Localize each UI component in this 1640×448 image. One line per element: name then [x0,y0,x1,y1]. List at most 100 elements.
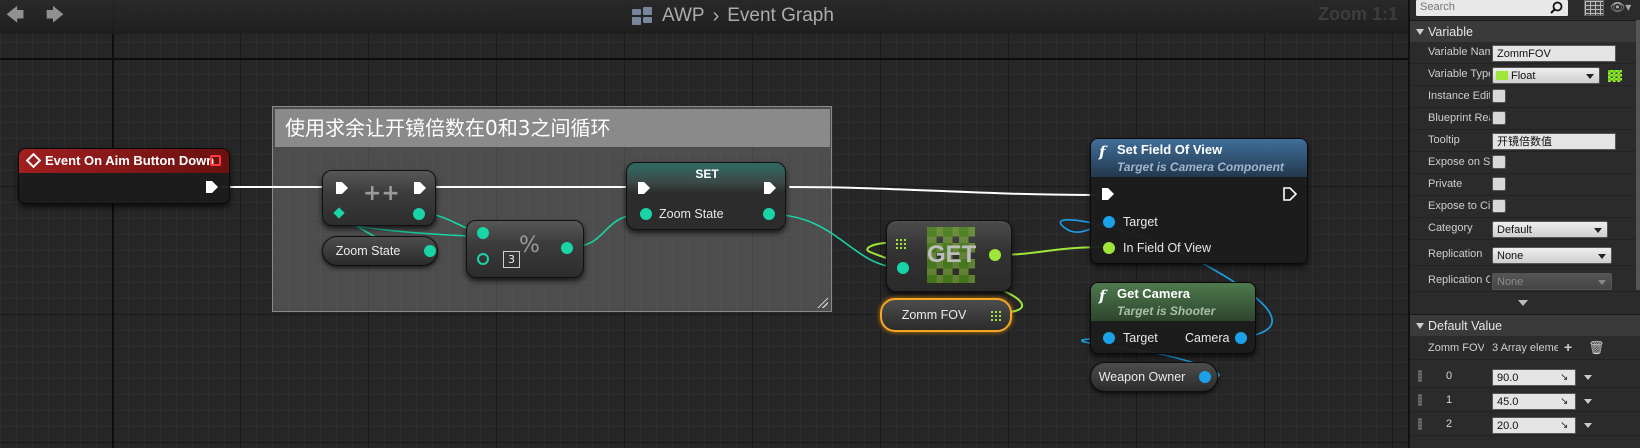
expose-on-spawn-checkbox[interactable] [1492,155,1506,169]
row-category: Category Default [1410,218,1640,240]
get-node-title: GET [927,241,977,268]
default-value-section-header[interactable]: Default Value [1410,314,1640,336]
set-fov-exec-in-pin[interactable] [1101,187,1115,201]
drag-handle-icon[interactable] [1418,370,1422,382]
get-camera-target-pin[interactable] [1103,332,1115,344]
get-array-pin-icon[interactable] [895,238,907,250]
set-fov-exec-out-pin[interactable] [1283,187,1297,201]
zomm-fov-array-pin-icon[interactable] [990,310,1002,322]
get-camera-out-pin[interactable] [1235,332,1247,344]
set-exec-out-pin[interactable] [763,181,777,195]
view-options-eye-icon[interactable]: 👁▾ [1610,0,1640,16]
panel-scrollbar[interactable] [1636,20,1640,290]
advanced-expander-icon[interactable] [1518,300,1528,306]
set-out-pin[interactable] [763,208,775,220]
set-in-pin[interactable] [640,208,652,220]
zoom-state-variable-node[interactable]: Zoom State [322,236,438,266]
increment-node[interactable]: ++ [322,170,436,226]
zoom-state-out-pin[interactable] [424,245,436,257]
blueprint-readonly-checkbox[interactable] [1492,111,1506,125]
instance-editable-checkbox[interactable] [1492,89,1506,103]
increment-exec-in-pin[interactable] [335,181,349,195]
modulo-operator: % [519,233,540,258]
slider-icon[interactable]: ↘ [1560,372,1568,383]
breadcrumb-graph[interactable]: Event Graph [727,5,834,27]
delegate-pin-icon[interactable] [210,155,221,166]
row-expose-to-cinematics: Expose to Cinematics [1410,196,1640,218]
variable-section-header[interactable]: Variable [1410,20,1640,42]
chevron-down-icon [1586,74,1594,79]
drag-handle-icon[interactable] [1418,394,1422,406]
modulo-b-pin[interactable] [477,253,489,265]
modulo-out-pin[interactable] [561,242,573,254]
comment-resize-grip-icon[interactable] [816,296,828,308]
replication-label: Replication [1428,248,1483,260]
modulo-a-pin[interactable] [477,227,489,239]
modulo-divisor-field[interactable]: 3 [503,251,520,268]
row-replication: Replication None [1410,244,1640,266]
add-element-plus-icon[interactable]: + [1564,339,1572,355]
row-instance-editable: Instance Editable [1410,86,1640,108]
blueprint-readonly-label: Blueprint Read Only [1428,112,1490,124]
slider-icon[interactable]: ↘ [1560,420,1568,431]
replication-condition-dropdown[interactable]: None [1492,273,1612,290]
get-out-pin[interactable] [989,249,1001,261]
zoom-state-variable-label: Zoom State [335,244,401,258]
back-arrow-icon[interactable]: 🡄 [4,6,26,26]
chevron-down-icon [1598,254,1606,259]
row-private: Private [1410,174,1640,196]
replication-dropdown[interactable]: None [1492,247,1612,264]
modulo-node[interactable]: 3 % [466,220,584,278]
private-checkbox[interactable] [1492,177,1506,191]
event-graph-canvas[interactable]: 使用求余让开镜倍数在0和3之间循环 Event On Aim Button Do… [0,0,1408,448]
category-dropdown[interactable]: Default [1492,221,1608,238]
exec-out-pin[interactable] [205,180,219,194]
weapon-owner-out-pin[interactable] [1199,371,1211,383]
set-exec-in-pin[interactable] [637,181,651,195]
forward-arrow-icon[interactable]: 🡆 [44,6,66,26]
set-node[interactable]: SET Zoom State [626,162,786,230]
set-node-title: SET [695,167,719,181]
event-node[interactable]: Event On Aim Button Down [18,148,230,204]
set-field-of-view-node[interactable]: f Set Field Of View Target is Camera Com… [1090,138,1308,264]
chevron-down-icon[interactable] [1584,423,1592,428]
expose-to-cinematics-checkbox[interactable] [1492,199,1506,213]
property-matrix-icon[interactable] [1584,0,1604,16]
search-icon[interactable] [1550,1,1563,14]
array-element-row: 0 90.0 ↘ [1410,366,1640,388]
category-value: Default [1497,224,1532,236]
increment-exec-out-pin[interactable] [413,181,427,195]
variable-name-label: Variable Name [1428,46,1490,58]
zomm-fov-variable-node[interactable]: Zomm FOV [880,298,1012,332]
event-node-title: Event On Aim Button Down [45,153,215,168]
chevron-down-icon [1598,280,1606,285]
drag-handle-icon[interactable] [1418,418,1422,430]
get-camera-subtitle: Target is Shooter [1117,304,1216,318]
variable-type-value: Float [1511,70,1536,82]
get-node[interactable]: GET [886,220,1012,292]
set-fov-target-pin[interactable] [1103,216,1115,228]
container-type-icon[interactable] [1608,70,1622,82]
weapon-owner-variable-node[interactable]: Weapon Owner [1090,362,1218,392]
set-fov-in-fov-pin[interactable] [1103,242,1115,254]
row-blueprint-readonly: Blueprint Read Only [1410,108,1640,130]
tooltip-field[interactable]: 开镜倍数值 [1492,133,1616,150]
breadcrumb-blueprint[interactable]: AWP [662,5,705,27]
chevron-down-icon[interactable] [1584,399,1592,404]
chevron-down-icon[interactable] [1584,375,1592,380]
variable-type-dropdown[interactable]: Float [1492,67,1600,84]
increment-in-pin[interactable] [333,207,345,219]
get-camera-node[interactable]: f Get Camera Target is Shooter Target Ca… [1090,282,1256,354]
chevron-right-icon: › [712,4,720,27]
comment-title[interactable]: 使用求余让开镜倍数在0和3之间循环 [275,109,830,147]
increment-out-pin[interactable] [413,208,425,220]
variable-name-field[interactable]: ZommFOV [1492,45,1616,62]
replication-condition-value: None [1497,276,1524,288]
delete-trash-icon[interactable]: 🗑 [1588,340,1605,356]
get-index-pin[interactable] [897,262,909,274]
function-icon: f [1099,143,1106,161]
search-input[interactable]: Search [1416,0,1568,16]
slider-icon[interactable]: ↘ [1560,396,1568,407]
category-label: Category [1428,222,1473,234]
zomm-fov-variable-label: Zomm FOV [901,308,967,322]
